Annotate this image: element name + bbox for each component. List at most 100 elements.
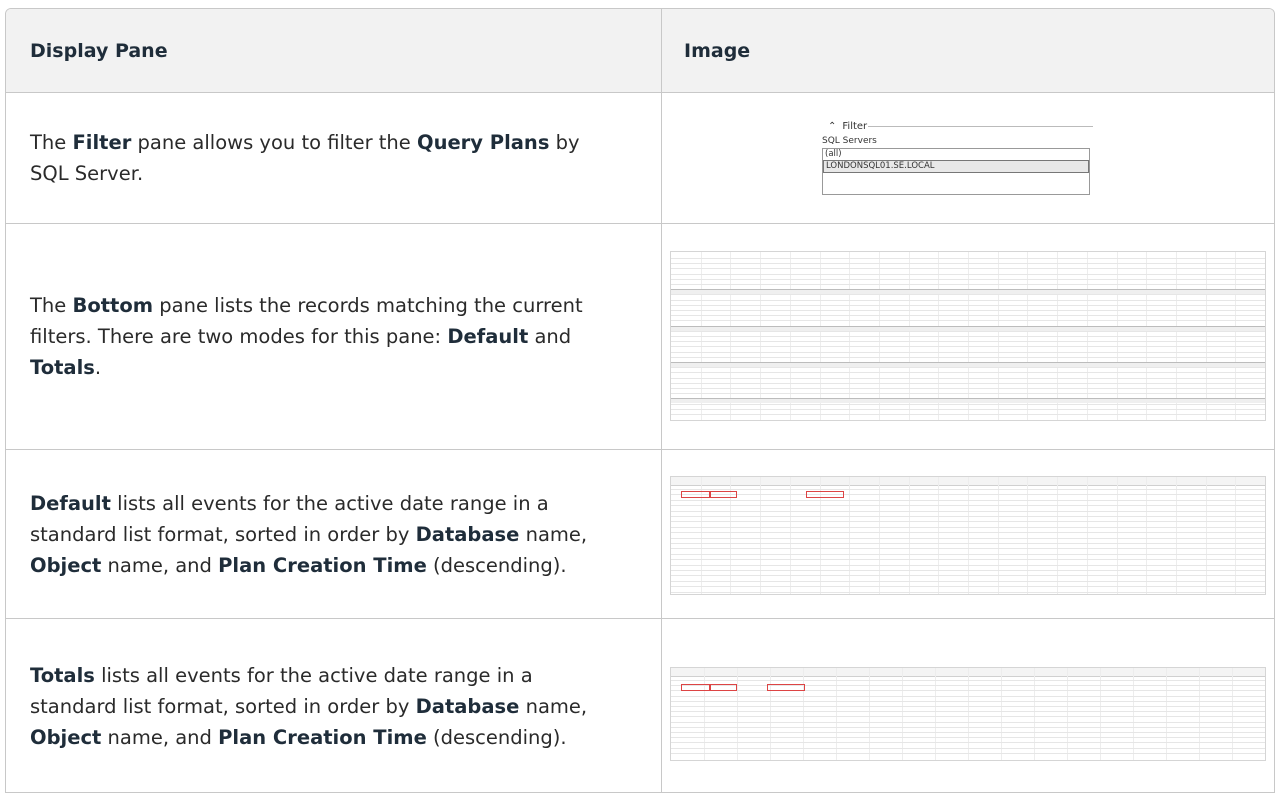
grid-row-line: [671, 553, 1265, 555]
grid-row-line: [671, 414, 1265, 415]
grid-row-line: [671, 732, 1265, 733]
grid-row-line: [671, 747, 1265, 749]
grid-row-line: [671, 330, 1265, 332]
grid-row-line: [671, 695, 1265, 697]
grid-row-line: [671, 586, 1265, 588]
grid-row-line: [671, 273, 1265, 275]
grid-column-line: [1034, 668, 1035, 760]
grid-row-line: [671, 494, 1265, 496]
grid-row-line: [671, 294, 1265, 296]
grid-row-line: [671, 351, 1265, 353]
grid-row-line: [671, 258, 1265, 259]
grid-row-line: [671, 388, 1265, 389]
highlighted-column-header: [681, 684, 711, 691]
grid-row-line: [671, 499, 1265, 501]
grid-row-line: [671, 304, 1265, 306]
grid-row-line: [671, 356, 1265, 358]
default-mode-image: [661, 450, 1274, 618]
grid-column-line: [803, 668, 804, 760]
filter-title: Filter: [842, 120, 868, 132]
grid-row-line: [671, 543, 1265, 544]
grid-column-line: [704, 668, 705, 760]
grid-column-line: [1199, 668, 1200, 760]
grid-row-line: [671, 537, 1265, 539]
grid-row-line: [671, 516, 1265, 517]
grid-row-line: [671, 268, 1265, 270]
grid-row-line: [671, 700, 1265, 702]
grid-column-line: [902, 668, 903, 760]
header-display-pane: Display Pane: [30, 39, 168, 62]
default-mode-screenshot: [670, 476, 1266, 595]
grid-column-line: [935, 668, 936, 760]
table-row-totals: Totals lists all events for the active d…: [6, 618, 1274, 792]
grid-row-line: [671, 575, 1265, 577]
grid-row-line: [671, 742, 1265, 744]
grid-row-line: [671, 372, 1265, 374]
grid-row-line: [671, 408, 1265, 410]
list-item-selected[interactable]: LONDONSQL01.SE.LOCAL: [823, 160, 1089, 173]
grid-row-line: [671, 341, 1265, 343]
grid-row-line: [671, 737, 1265, 739]
grid-row-line: [671, 315, 1265, 317]
grid-row-line: [671, 393, 1265, 395]
grid-row-line: [671, 284, 1265, 285]
grid-row-line: [671, 299, 1265, 301]
totals-mode-image: [661, 619, 1274, 792]
grid-column-line: [1067, 668, 1068, 760]
grid-row-line: [671, 521, 1265, 523]
grid-row-line: [671, 310, 1265, 311]
grid-column-line: [737, 668, 738, 760]
totals-description: Totals lists all events for the active d…: [30, 664, 588, 749]
grid-column-line: [968, 668, 969, 760]
grid-row-line: [671, 382, 1265, 384]
grid-row-line: [671, 489, 1265, 490]
grid-row-line: [671, 706, 1265, 707]
grid-row-line: [671, 559, 1265, 561]
bottom-description: The Bottom pane lists the records matchi…: [30, 294, 583, 379]
list-item[interactable]: (all): [823, 149, 1089, 160]
highlighted-column-header: [767, 684, 805, 691]
table-row-filter: The Filter pane allows you to filter the…: [6, 92, 1274, 223]
highlighted-column-header: [709, 684, 737, 691]
grid-column-line: [1166, 668, 1167, 760]
grid-row-line: [671, 685, 1265, 687]
grid-row-line: [671, 403, 1265, 405]
grid-row-line: [671, 680, 1265, 681]
grid-row-line: [671, 320, 1265, 322]
grid-row-line: [671, 278, 1265, 280]
grid-row-line: [671, 752, 1265, 754]
chevron-up-icon: ⌃: [828, 120, 837, 132]
grid-row-line: [671, 548, 1265, 550]
filter-widget: ⌃ Filter SQL Servers (all) LONDONSQL01.SE…: [822, 119, 1093, 197]
sql-servers-list[interactable]: (all) LONDONSQL01.SE.LOCAL: [822, 148, 1090, 195]
filter-pane-image: ⌃ Filter SQL Servers (all) LONDONSQL01.SE…: [661, 93, 1274, 223]
grid-column-line: [869, 668, 870, 760]
highlighted-column-header: [681, 491, 711, 498]
grid-column-line: [1232, 668, 1233, 760]
grid-column-line: [1100, 668, 1101, 760]
grid-row-line: [671, 367, 1265, 369]
grid-column-line: [770, 668, 771, 760]
grid-column-line: [836, 668, 837, 760]
grid-row-line: [671, 336, 1265, 337]
highlighted-column-header: [806, 491, 844, 498]
grid-row-line: [671, 263, 1265, 265]
grid-row-line: [671, 505, 1265, 507]
sql-servers-label: SQL Servers: [822, 136, 877, 146]
grid-row-line: [671, 570, 1265, 571]
grid-row-line: [671, 346, 1265, 348]
table-row-default: Default lists all events for the active …: [6, 449, 1274, 618]
grid-row-line: [671, 721, 1265, 723]
grid-row-line: [671, 716, 1265, 718]
grid-row-line: [671, 580, 1265, 582]
grid-column-line: [1133, 668, 1134, 760]
filter-description: The Filter pane allows you to filter the…: [30, 131, 580, 185]
display-pane-table: Display Pane Image The Filter pane allow…: [5, 8, 1275, 793]
grid-row-line: [671, 532, 1265, 534]
highlighted-column-header: [709, 491, 737, 498]
grid-row-line: [671, 726, 1265, 728]
grid-row-line: [671, 711, 1265, 713]
default-description: Default lists all events for the active …: [30, 491, 588, 577]
grid-column-line: [1001, 668, 1002, 760]
grid-row-line: [671, 564, 1265, 566]
